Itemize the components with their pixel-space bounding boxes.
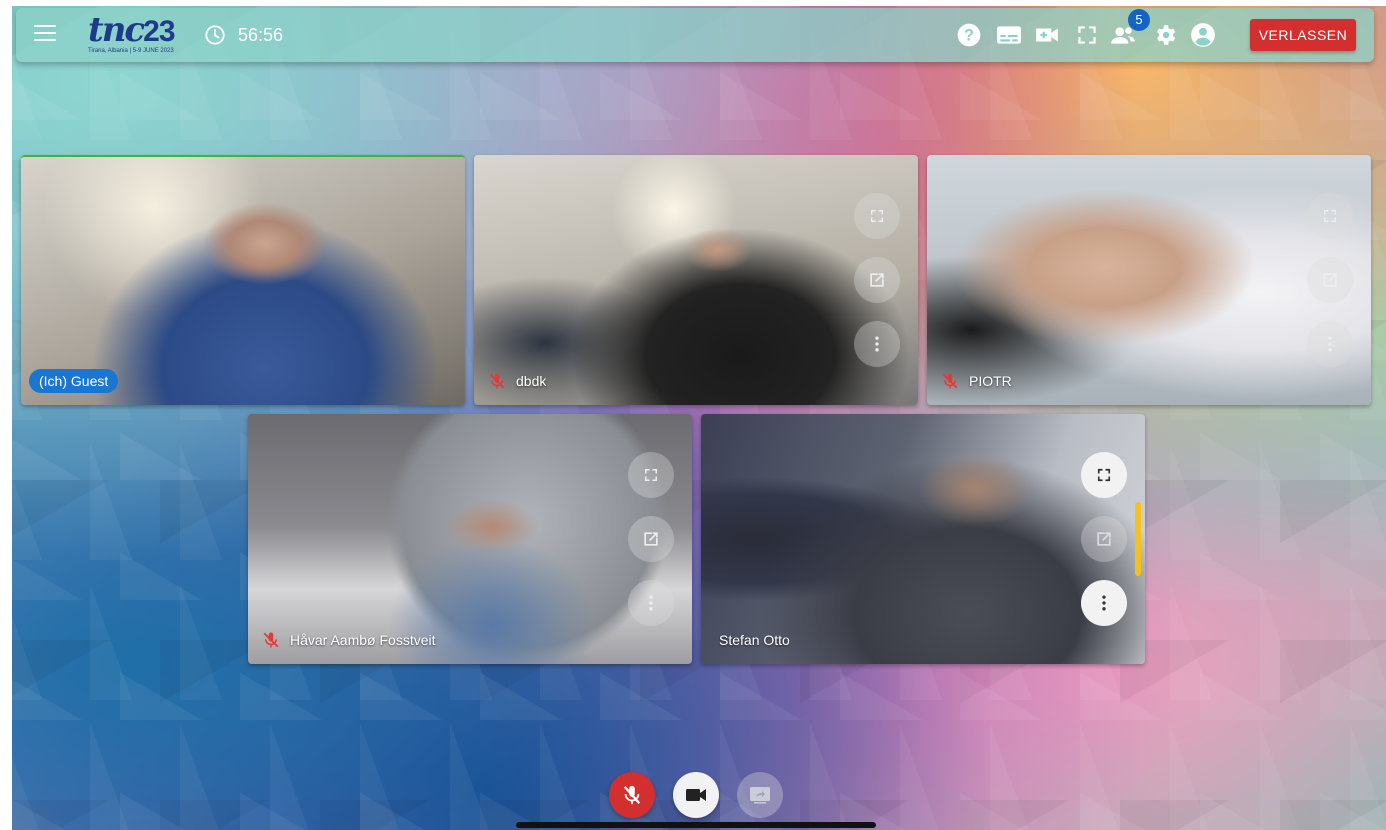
tile-actions: [1081, 452, 1127, 644]
tile-more-button[interactable]: [1307, 321, 1353, 367]
event-logo: tnc23 Tirana, Albania | 5-9 JUNE 2023: [88, 12, 188, 56]
tile-fullscreen-button[interactable]: [1307, 193, 1353, 239]
menu-icon[interactable]: [34, 25, 56, 43]
videocam-icon: [686, 789, 706, 801]
svg-text:?: ?: [964, 26, 974, 44]
tile-popout-button[interactable]: [628, 516, 674, 562]
mic-off-icon: [623, 785, 641, 805]
background-pattern: [0, 0, 1386, 830]
account-icon[interactable]: [1190, 22, 1216, 48]
video-feed: [248, 414, 692, 664]
clock-icon: [205, 25, 225, 45]
tile-popout-button[interactable]: [854, 257, 900, 303]
participant-label: dbdk: [482, 369, 546, 393]
video-feed: [474, 155, 918, 405]
popout-icon: [870, 273, 884, 287]
tile-more-button[interactable]: [628, 580, 674, 626]
screen-share-icon: [750, 787, 770, 804]
participant-label: Stefan Otto: [719, 628, 790, 652]
video-tile-self[interactable]: (Ich) Guest: [21, 155, 465, 405]
popout-icon: [644, 532, 658, 546]
fullscreen-icon[interactable]: [1074, 22, 1100, 48]
logo-subtitle: Tirana, Albania | 5-9 JUNE 2023: [88, 48, 174, 54]
popout-icon: [1323, 273, 1337, 287]
mic-off-icon: [263, 632, 279, 648]
tile-actions: [854, 193, 900, 385]
more-vert-icon: [875, 336, 879, 352]
speaking-indicator: [1135, 502, 1141, 576]
participant-label: Håvar Aambø Fosstveit: [256, 628, 436, 652]
leave-button[interactable]: VERLASSEN: [1250, 19, 1356, 51]
participant-label: PIOTR: [935, 369, 1012, 393]
tile-popout-button[interactable]: [1081, 516, 1127, 562]
tile-fullscreen-button[interactable]: [628, 452, 674, 498]
fullscreen-icon: [1324, 210, 1336, 222]
fullscreen-icon: [871, 210, 883, 222]
meeting-timer: 56:56: [238, 25, 284, 45]
participant-name: Stefan Otto: [719, 632, 790, 648]
fullscreen-icon: [1097, 468, 1111, 482]
popout-icon: [1097, 532, 1111, 546]
participant-label: (Ich) Guest: [29, 369, 119, 393]
subtitles-icon[interactable]: [996, 22, 1022, 48]
tile-fullscreen-button[interactable]: [1081, 452, 1127, 498]
video-tile-participant[interactable]: PIOTR: [927, 155, 1371, 405]
tile-actions: [628, 452, 674, 644]
mic-off-icon: [489, 373, 505, 389]
tile-popout-button[interactable]: [1307, 257, 1353, 303]
top-toolbar: tnc23 Tirana, Albania | 5-9 JUNE 2023 56…: [16, 8, 1374, 62]
participant-name: (Ich) Guest: [29, 369, 119, 393]
video-feed: [701, 414, 1145, 664]
window-frame-top: [0, 0, 1386, 6]
video-feed: [21, 157, 465, 405]
video-feed: [927, 155, 1371, 405]
camera-toggle-button[interactable]: [673, 772, 719, 818]
home-indicator: [516, 822, 876, 828]
tile-fullscreen-button[interactable]: [854, 193, 900, 239]
help-icon[interactable]: ?: [956, 22, 982, 48]
more-vert-icon: [1328, 336, 1332, 352]
tile-more-button[interactable]: [1081, 580, 1127, 626]
video-tile-participant-speaking[interactable]: Stefan Otto: [701, 414, 1145, 664]
participant-name: PIOTR: [969, 373, 1012, 389]
mic-off-icon: [942, 373, 958, 389]
fullscreen-icon: [645, 469, 657, 481]
logo-mark: tnc: [88, 10, 145, 50]
video-tile-participant[interactable]: Håvar Aambø Fosstveit: [248, 414, 692, 664]
more-vert-icon: [649, 595, 653, 611]
screenshare-button[interactable]: [737, 772, 783, 818]
tile-actions: [1307, 193, 1353, 385]
window-frame-left: [0, 0, 12, 830]
mic-toggle-button[interactable]: [609, 772, 655, 818]
participant-name: Håvar Aambø Fosstveit: [290, 632, 436, 648]
video-tile-participant[interactable]: dbdk: [474, 155, 918, 405]
participants-count-badge: 5: [1128, 9, 1150, 31]
participant-name: dbdk: [516, 373, 547, 389]
more-vert-icon: [1102, 595, 1106, 611]
logo-year: 23: [143, 15, 175, 48]
add-video-icon[interactable]: [1034, 22, 1060, 48]
settings-icon[interactable]: [1152, 22, 1178, 48]
tile-more-button[interactable]: [854, 321, 900, 367]
